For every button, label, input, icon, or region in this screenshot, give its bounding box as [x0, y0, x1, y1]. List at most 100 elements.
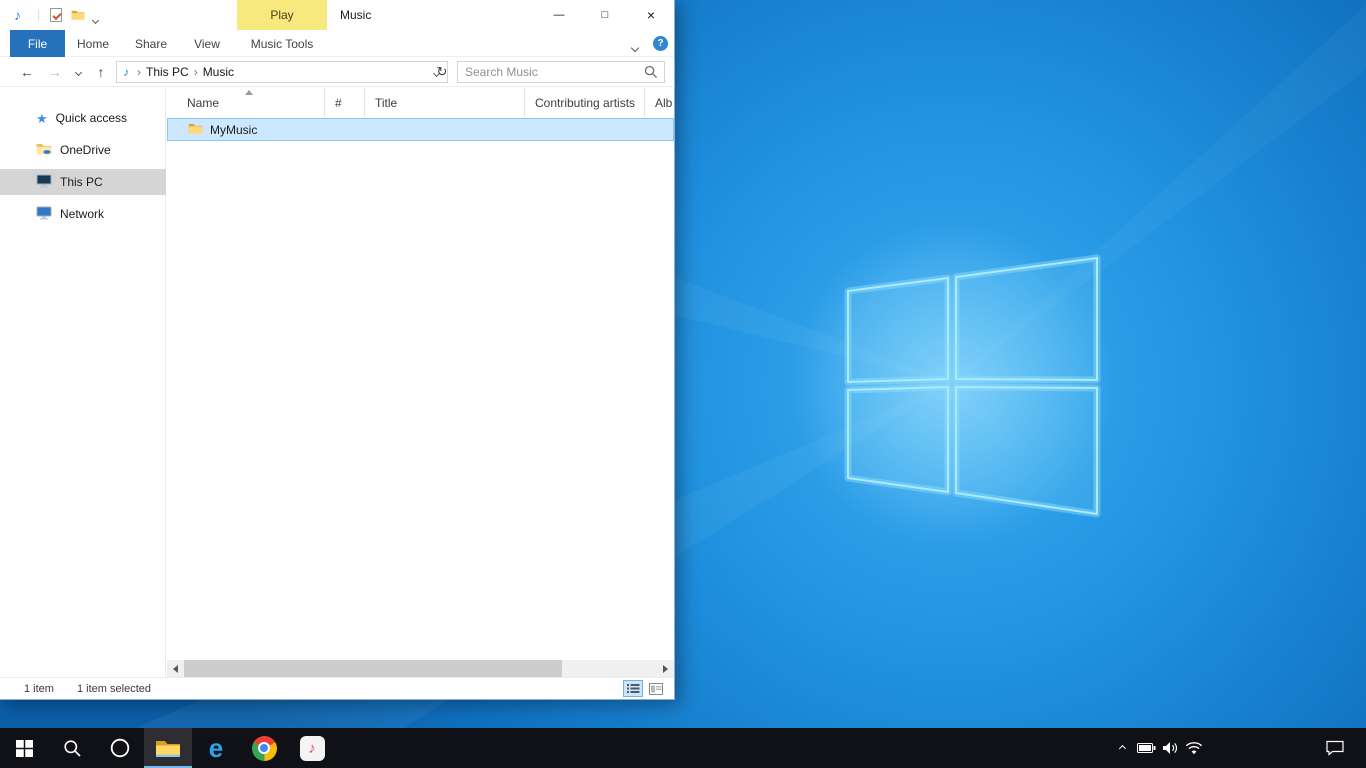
scroll-right-button[interactable] — [657, 660, 674, 677]
sidebar-item-label: Network — [60, 207, 104, 221]
forward-button[interactable]: → — [42, 57, 68, 87]
breadcrumb-this-pc[interactable]: This PC — [145, 65, 190, 79]
sort-ascending-icon[interactable] — [245, 90, 253, 95]
column-header-album[interactable]: Alb — [645, 88, 674, 117]
content-view-icon — [649, 683, 663, 695]
view-content-button[interactable] — [646, 680, 666, 697]
maximize-button[interactable]: □ — [582, 0, 628, 30]
scroll-left-icon — [173, 665, 178, 673]
sidebar-item-label: Quick access — [56, 111, 127, 125]
scroll-right-icon — [663, 665, 668, 673]
edge-icon: e — [209, 735, 223, 761]
taskbar: e ♪ — [0, 728, 1366, 768]
column-header-contributing-artists[interactable]: Contributing artists — [525, 88, 645, 117]
taskbar-file-explorer-button[interactable] — [144, 728, 192, 768]
tab-file[interactable]: File — [10, 30, 65, 57]
forward-icon: → — [48, 64, 62, 80]
tab-file-label: File — [28, 37, 47, 51]
start-button[interactable] — [0, 728, 48, 768]
tab-share[interactable]: Share — [124, 30, 178, 57]
tab-share-label: Share — [135, 37, 167, 51]
back-button[interactable]: ← — [14, 57, 40, 87]
horizontal-scrollbar[interactable] — [167, 660, 674, 677]
onedrive-icon — [36, 142, 52, 158]
tab-home-label: Home — [77, 37, 109, 51]
network-button[interactable] — [1182, 728, 1206, 768]
details-view-icon — [627, 683, 640, 694]
refresh-button[interactable]: ↻ — [431, 61, 453, 83]
cortana-button[interactable] — [96, 728, 144, 768]
column-label: Contributing artists — [535, 96, 635, 110]
up-button[interactable]: ↑ — [88, 57, 114, 87]
search-box[interactable] — [457, 61, 665, 83]
sidebar-item-this-pc[interactable]: This PC — [0, 169, 166, 195]
scrollbar-thumb[interactable] — [184, 660, 562, 677]
tab-home[interactable]: Home — [68, 30, 118, 57]
search-icon[interactable] — [644, 65, 658, 79]
search-input[interactable] — [458, 62, 644, 82]
help-button[interactable]: ? — [653, 36, 668, 51]
ribbon-tab-row: File Home Share View Music Tools ? — [0, 30, 674, 57]
help-icon: ? — [657, 38, 663, 49]
volume-icon — [1162, 741, 1178, 755]
itunes-note-glyph: ♪ — [308, 740, 316, 757]
file-explorer-window: ♪ | Play Music — □ × File Home Share Vie… — [0, 0, 675, 700]
qat-new-folder-icon[interactable] — [71, 9, 85, 23]
navigation-bar: ← → ↑ ♪ › This PC › Music ↻ — [0, 57, 674, 87]
close-button[interactable]: × — [628, 0, 674, 30]
tab-view[interactable]: View — [182, 30, 232, 57]
close-icon: × — [647, 7, 655, 23]
column-label: Name — [187, 96, 219, 110]
titlebar[interactable]: ♪ | Play Music — □ × — [0, 0, 674, 30]
minimize-button[interactable]: — — [536, 0, 582, 30]
windows-logo — [848, 258, 1097, 514]
view-details-button[interactable] — [623, 680, 643, 697]
tab-view-label: View — [194, 37, 220, 51]
contextual-group-play[interactable]: Play — [237, 0, 327, 30]
wifi-icon — [1185, 742, 1203, 755]
column-headers: Name # Title Contributing artists Alb — [167, 88, 674, 117]
taskbar-itunes-button[interactable]: ♪ — [288, 728, 336, 768]
taskbar-edge-button[interactable]: e — [192, 728, 240, 768]
action-center-button[interactable] — [1320, 728, 1350, 768]
sidebar-item-onedrive[interactable]: OneDrive — [0, 137, 166, 163]
computer-icon — [36, 174, 52, 191]
show-hidden-icons-button[interactable] — [1110, 728, 1134, 768]
column-label: Title — [375, 96, 397, 110]
column-label: Alb — [655, 96, 672, 110]
battery-button[interactable] — [1134, 728, 1158, 768]
address-location-icon: ♪ — [123, 65, 129, 79]
file-explorer-icon — [155, 738, 181, 758]
volume-button[interactable] — [1158, 728, 1182, 768]
scrollbar-track[interactable] — [184, 660, 657, 677]
file-row[interactable]: MyMusic — [167, 118, 674, 141]
battery-icon — [1137, 743, 1156, 753]
qat-dropdown-icon[interactable] — [93, 12, 98, 26]
system-tray — [1110, 728, 1206, 768]
window-title: Music — [340, 0, 371, 30]
recent-locations-button[interactable] — [70, 57, 86, 87]
titlebar-separator: | — [37, 7, 40, 21]
music-app-icon: ♪ — [14, 7, 21, 23]
tab-music-tools[interactable]: Music Tools — [237, 30, 327, 57]
taskbar-chrome-button[interactable] — [240, 728, 288, 768]
taskbar-search-button[interactable] — [48, 728, 96, 768]
breadcrumb-music[interactable]: Music — [202, 65, 235, 79]
ribbon-collapse-button[interactable] — [632, 40, 638, 54]
address-bar[interactable]: ♪ › This PC › Music — [116, 61, 448, 83]
qat-properties-icon[interactable] — [50, 8, 62, 22]
up-icon: ↑ — [98, 64, 105, 80]
sidebar-item-network[interactable]: Network — [0, 201, 166, 227]
column-header-title[interactable]: Title — [365, 88, 525, 117]
breadcrumb-chevron-icon: › — [133, 65, 145, 79]
status-bar: 1 item 1 item selected — [0, 677, 674, 699]
sidebar-item-label: This PC — [60, 175, 103, 189]
column-header-number[interactable]: # — [325, 88, 365, 117]
minimize-icon: — — [554, 9, 565, 21]
chrome-icon — [252, 736, 277, 761]
status-item-count: 1 item — [24, 683, 54, 695]
network-places-icon — [36, 206, 52, 223]
sidebar-item-quick-access[interactable]: ★ Quick access — [0, 105, 166, 131]
scroll-left-button[interactable] — [167, 660, 184, 677]
folder-icon — [188, 122, 203, 137]
